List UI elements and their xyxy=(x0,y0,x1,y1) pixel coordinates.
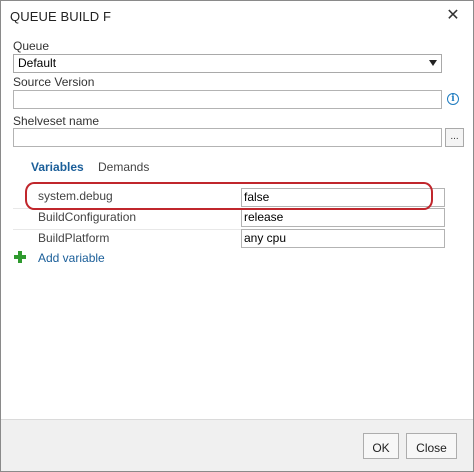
queue-selected-value: Default xyxy=(18,56,57,70)
dialog-titlebar: QUEUE BUILD FOR ✕ xyxy=(1,1,473,31)
variable-name-build-configuration: BuildConfiguration xyxy=(38,210,137,224)
variable-name-build-platform: BuildPlatform xyxy=(38,231,110,245)
red-highlight-annotation xyxy=(25,182,433,210)
add-icon[interactable] xyxy=(14,251,26,263)
dialog-footer xyxy=(1,419,473,471)
shelveset-label: Shelveset name xyxy=(13,114,100,128)
row-divider xyxy=(13,229,241,230)
shelveset-browse-button[interactable]: ... xyxy=(445,128,464,147)
add-variable-link[interactable]: Add variable xyxy=(38,251,105,265)
ok-button[interactable]: OK xyxy=(363,433,399,459)
queue-label: Queue xyxy=(13,39,50,53)
variable-value: release xyxy=(244,210,284,224)
close-button[interactable]: Close xyxy=(406,433,457,459)
close-icon[interactable]: ✕ xyxy=(443,6,463,26)
variable-value: any cpu xyxy=(244,231,287,245)
queue-build-dialog: QUEUE BUILD FOR ✕ Queue Default Source V… xyxy=(0,0,474,472)
shelveset-input[interactable] xyxy=(13,128,442,147)
source-version-label: Source Version xyxy=(13,75,95,89)
source-version-input[interactable] xyxy=(13,90,442,109)
info-icon[interactable]: i xyxy=(447,93,459,105)
tab-demands[interactable]: Demands xyxy=(98,160,149,174)
queue-select[interactable]: Default xyxy=(13,54,442,73)
dropdown-arrow-icon xyxy=(429,60,437,66)
variable-value-input-build-configuration[interactable]: release xyxy=(241,208,445,227)
tab-variables[interactable]: Variables xyxy=(31,160,84,174)
redacted-definition-name xyxy=(111,10,147,22)
variable-value-input-build-platform[interactable]: any cpu xyxy=(241,229,445,248)
